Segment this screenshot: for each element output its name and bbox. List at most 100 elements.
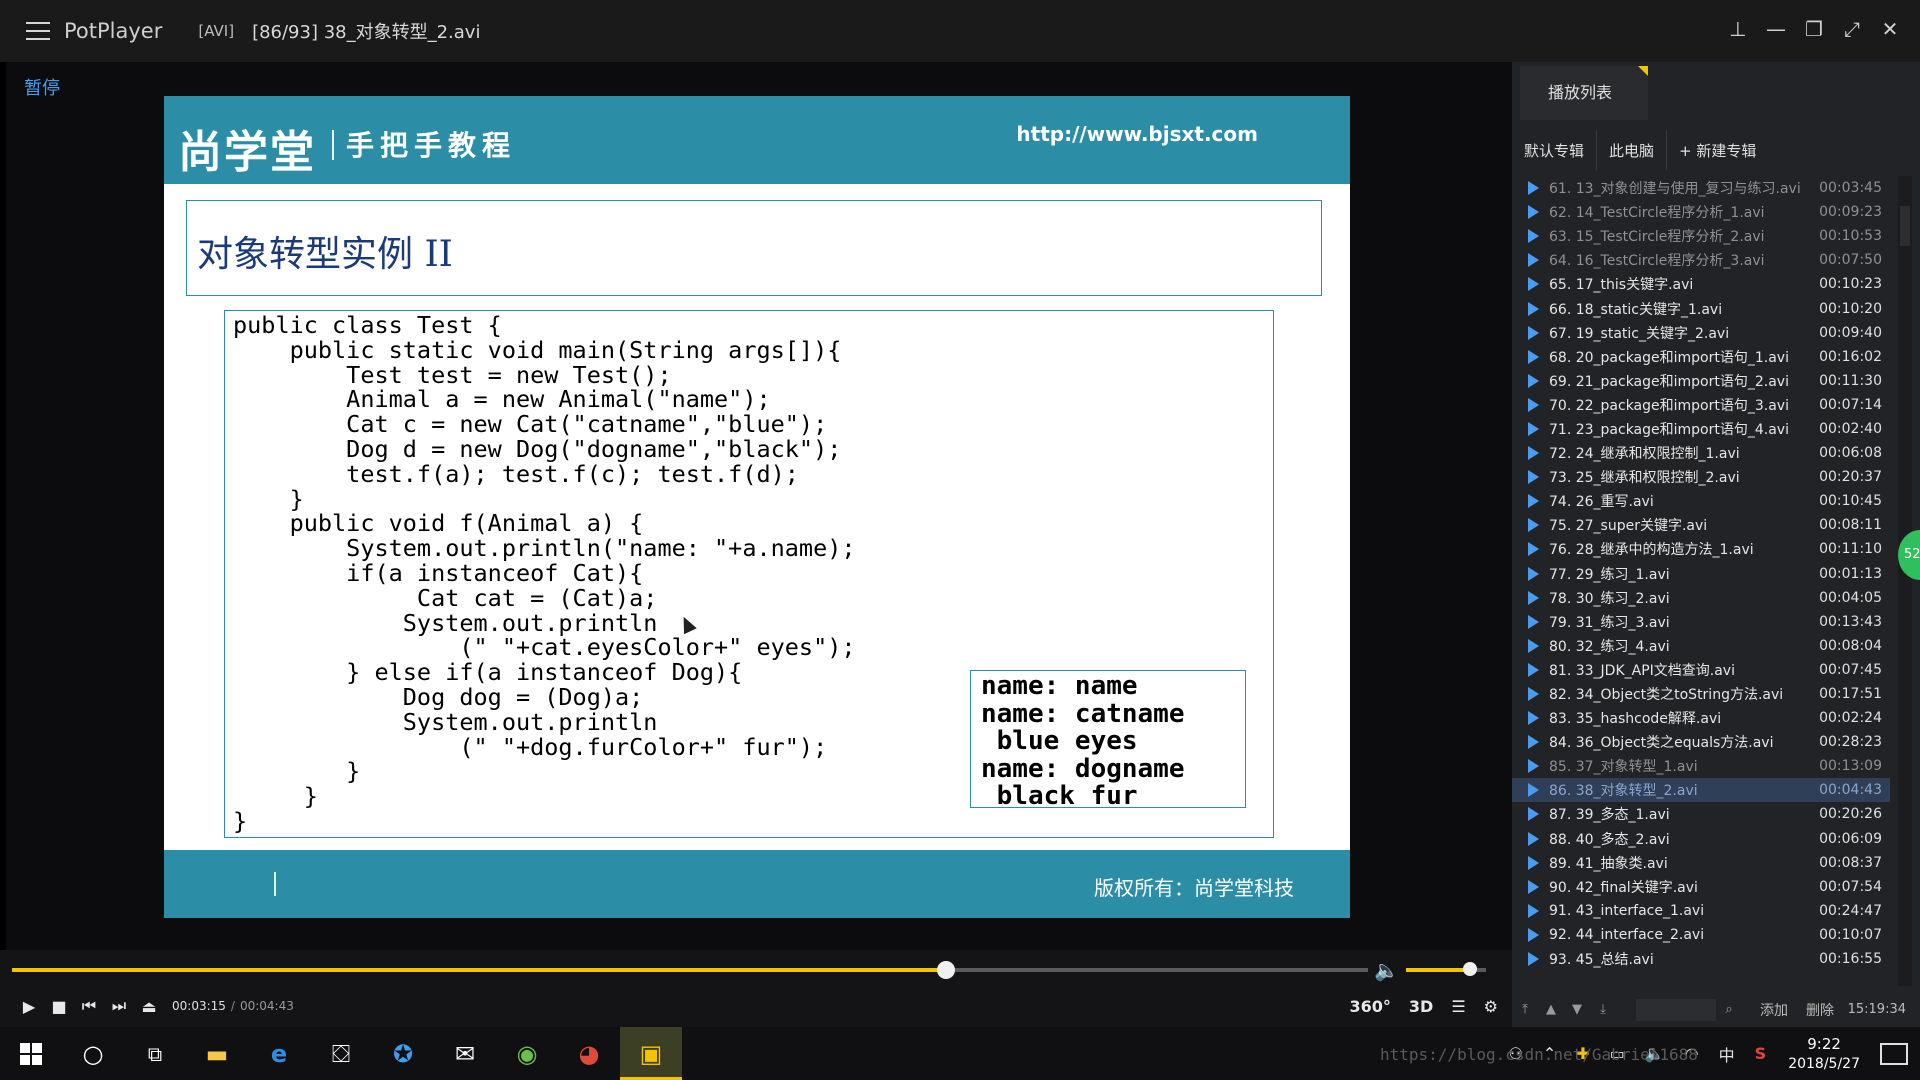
playlist-item[interactable]: 72. 24_继承和权限控制_1.avi 00:06:08 (1512, 441, 1890, 465)
playlist-item[interactable]: 93. 45_总结.avi 00:16:55 (1512, 947, 1890, 971)
3d-button[interactable]: 3D (1409, 997, 1433, 1016)
playlist-item[interactable]: 75. 27_super关键字.avi 00:08:11 (1512, 513, 1890, 537)
app-name: PotPlayer (64, 19, 163, 43)
edge-browser-icon[interactable]: e (248, 1027, 310, 1080)
windows-start-icon[interactable] (0, 1027, 62, 1080)
taskbar-clock[interactable]: 9:22 2018/5/27 (1788, 1034, 1860, 1074)
eject-icon[interactable]: ⏏ (140, 997, 158, 1016)
playlist-item[interactable]: 89. 41_抽象类.avi 00:08:37 (1512, 851, 1890, 875)
chrome-icon[interactable]: ◕ (558, 1027, 620, 1080)
safari-compass-icon[interactable]: ✪ (372, 1027, 434, 1080)
playlist-item-duration: 00:10:07 (1819, 926, 1882, 943)
playlist-item[interactable]: 62. 14_TestCircle程序分析_1.avi 00:09:23 (1512, 200, 1890, 224)
header-divider (332, 130, 334, 160)
playlist-item[interactable]: 82. 34_Object类之toString方法.avi 00:17:51 (1512, 682, 1890, 706)
minimize-icon[interactable]: — (1764, 14, 1788, 44)
slide-title-box: 对象转型实例 II (186, 200, 1322, 296)
playlist-item-duration: 00:17:51 (1819, 686, 1882, 703)
stop-icon[interactable]: ■ (50, 997, 68, 1016)
hamburger-menu-icon[interactable] (26, 22, 50, 40)
vr-360-button[interactable]: 360° (1349, 997, 1390, 1016)
playlist-item[interactable]: 66. 18_static关键字_1.avi 00:10:20 (1512, 296, 1890, 320)
play-icon[interactable]: ▶ (20, 997, 38, 1016)
playlist-item[interactable]: 92. 44_interface_2.avi 00:10:07 (1512, 923, 1890, 947)
playlist-item[interactable]: 80. 32_练习_4.avi 00:08:04 (1512, 634, 1890, 658)
cortana-search-icon[interactable]: ○ (62, 1027, 124, 1080)
green-browser-icon[interactable]: ◉ (496, 1027, 558, 1080)
move-up-icon[interactable]: ▲ (1538, 1002, 1564, 1017)
new-album-button[interactable]: + 新建专辑 (1667, 140, 1768, 161)
restore-icon[interactable]: ❐ (1802, 14, 1826, 44)
playlist-item[interactable]: 86. 38_对象转型_2.avi 00:04:43 (1512, 778, 1890, 803)
playlist-item-name: 61. 13_对象创建与使用_复习与练习.avi (1549, 181, 1801, 198)
playlist-item-duration: 00:16:55 (1819, 951, 1882, 968)
playlist-item[interactable]: 77. 29_练习_1.avi 00:01:13 (1512, 562, 1890, 586)
playlist-item[interactable]: 65. 17_this关键字.avi 00:10:23 (1512, 272, 1890, 296)
playlist-item[interactable]: 68. 20_package和import语句_1.avi 00:16:02 (1512, 345, 1890, 369)
playlist-item[interactable]: 78. 30_练习_2.avi 00:04:05 (1512, 586, 1890, 610)
playlist-item[interactable]: 63. 15_TestCircle程序分析_2.avi 00:10:53 (1512, 224, 1890, 248)
playlist-item[interactable]: 67. 19_static_关键字_2.avi 00:09:40 (1512, 321, 1890, 345)
playlist-item[interactable]: 91. 43_interface_1.avi 00:24:47 (1512, 899, 1890, 923)
playlist-item[interactable]: 70. 22_package和import语句_3.avi 00:07:14 (1512, 393, 1890, 417)
store-icon[interactable]: ⛋ (310, 1027, 372, 1080)
delete-button[interactable]: 删除 (1806, 1000, 1834, 1020)
playlist-item-name: 72. 24_继承和权限控制_1.avi (1549, 446, 1740, 463)
notification-center-icon[interactable] (1880, 1042, 1908, 1065)
move-bottom-icon[interactable]: ⤓ (1590, 1002, 1616, 1017)
sogou-icon[interactable]: S (1755, 1044, 1767, 1063)
playlist-item[interactable]: 83. 35_hashcode解释.avi 00:02:24 (1512, 706, 1890, 730)
play-triangle-icon (1528, 253, 1539, 268)
playlist-item-name: 91. 43_interface_1.avi (1549, 902, 1705, 919)
video-area[interactable]: 暂停 尚学堂 手把手教程 http://www.bjsxt.com 对象转型实例… (6, 62, 1512, 950)
playlist-item[interactable]: 90. 42_final关键字.avi 00:07:54 (1512, 875, 1890, 899)
playlist-item[interactable]: 73. 25_继承和权限控制_2.avi 00:20:37 (1512, 465, 1890, 489)
playlist-item-name: 86. 38_对象转型_2.avi (1549, 783, 1698, 800)
playlist-item[interactable]: 87. 39_多态_1.avi 00:20:26 (1512, 802, 1890, 826)
seek-bar[interactable] (12, 961, 1368, 979)
playlist-item[interactable]: 69. 21_package和import语句_2.avi 00:11:30 (1512, 369, 1890, 393)
file-explorer-icon[interactable]: ▬ (186, 1027, 248, 1080)
scrollbar-thumb[interactable] (1900, 206, 1910, 246)
fullscreen-icon[interactable]: ⤢ (1840, 14, 1864, 44)
add-button[interactable]: 添加 (1760, 1000, 1788, 1020)
task-view-icon[interactable]: ⧉ (124, 1027, 186, 1080)
ime-indicator[interactable]: 中 (1719, 1042, 1735, 1066)
playlist-scrollbar[interactable] (1898, 176, 1912, 986)
playlist-toggle-icon[interactable]: ☰ (1451, 997, 1465, 1016)
settings-gear-icon[interactable]: ⚙ (1484, 997, 1498, 1016)
pin-icon[interactable]: ⊥ (1726, 14, 1750, 44)
volume-icon[interactable]: 🔈 (1374, 958, 1399, 982)
playlist-search-input[interactable] (1636, 998, 1716, 1021)
previous-icon[interactable]: ⏮ (80, 996, 98, 1016)
search-icon[interactable]: ⌕ (1716, 1002, 1742, 1017)
move-top-icon[interactable]: ⤒ (1512, 1002, 1538, 1017)
playlist-item[interactable]: 79. 31_练习_3.avi 00:13:43 (1512, 610, 1890, 634)
playlist-item[interactable]: 76. 28_继承中的构造方法_1.avi 00:11:10 (1512, 537, 1890, 561)
tab-this-pc[interactable]: 此电脑 (1597, 140, 1666, 161)
volume-handle[interactable] (1463, 962, 1477, 976)
play-triangle-icon (1528, 181, 1539, 196)
playlist-item[interactable]: 61. 13_对象创建与使用_复习与练习.avi 00:03:45 (1512, 176, 1890, 200)
playlist-item[interactable]: 84. 36_Object类之equals方法.avi 00:28:23 (1512, 730, 1890, 754)
playlist-item[interactable]: 71. 23_package和import语句_4.avi 00:02:40 (1512, 417, 1890, 441)
playlist-item[interactable]: 74. 26_重写.avi 00:10:45 (1512, 489, 1890, 513)
next-icon[interactable]: ⏭ (110, 996, 128, 1016)
tab-default-album[interactable]: 默认专辑 (1512, 140, 1596, 161)
volume-slider[interactable] (1406, 962, 1486, 976)
playlist-item[interactable]: 81. 33_JDK_API文档查询.avi 00:07:45 (1512, 658, 1890, 682)
seek-handle[interactable] (937, 961, 956, 979)
potplayer-taskbar-icon[interactable]: ▣ (620, 1027, 682, 1080)
playlist-item-name: 79. 31_练习_3.avi (1549, 614, 1670, 631)
playlist-item[interactable]: 88. 40_多态_2.avi 00:06:09 (1512, 827, 1890, 851)
playlist-item-duration: 00:07:50 (1819, 252, 1882, 269)
playlist-item[interactable]: 64. 16_TestCircle程序分析_3.avi 00:07:50 (1512, 248, 1890, 272)
playlist-item-name: 63. 15_TestCircle程序分析_2.avi (1549, 229, 1765, 246)
tab-playlist[interactable]: 播放列表 (1520, 66, 1648, 120)
mail-icon[interactable]: ✉ (434, 1027, 496, 1080)
move-down-icon[interactable]: ▼ (1564, 1002, 1590, 1017)
playlist-item-duration: 00:10:45 (1819, 493, 1882, 510)
play-triangle-icon (1528, 301, 1539, 316)
close-icon[interactable]: ✕ (1878, 14, 1902, 44)
playlist-item[interactable]: 85. 37_对象转型_1.avi 00:13:09 (1512, 754, 1890, 778)
